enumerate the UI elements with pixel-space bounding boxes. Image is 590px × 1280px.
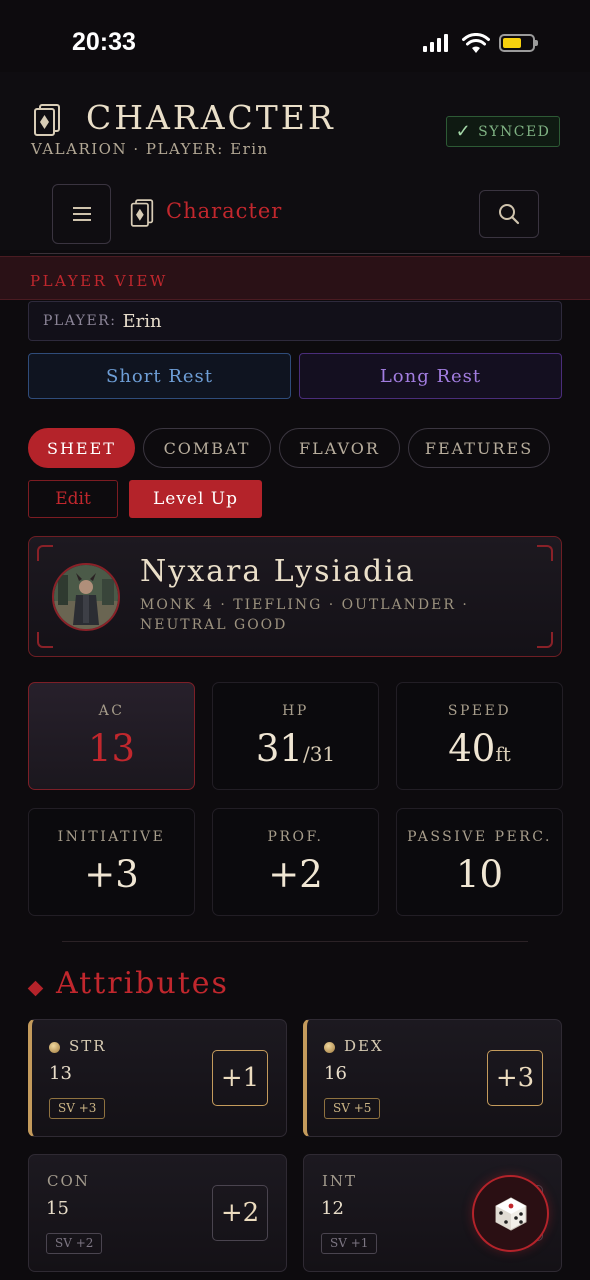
character-name: Nyxara Lysiadia xyxy=(140,554,416,589)
signal-icon xyxy=(423,34,451,52)
card-deck-icon xyxy=(33,104,61,140)
attributes-heading: Attributes xyxy=(56,966,229,1001)
dice-icon xyxy=(495,1196,526,1231)
sync-label: SYNCED xyxy=(478,123,551,140)
attribute-modifier-button[interactable]: +3 xyxy=(487,1050,543,1106)
card-corner-ornament xyxy=(37,632,53,648)
stat-label: AC xyxy=(98,703,125,719)
attribute-name: INT xyxy=(322,1172,358,1190)
attribute-card-str[interactable]: STR 13 SV +3 +1 xyxy=(28,1019,287,1137)
card-deck-icon xyxy=(130,199,154,231)
stat-hp[interactable]: HP 31/31 xyxy=(212,682,379,790)
card-corner-ornament xyxy=(537,545,553,561)
tab-flavor[interactable]: FLAVOR xyxy=(279,428,400,468)
stat-label: SPEED xyxy=(447,703,512,719)
status-time: 20:33 xyxy=(72,28,136,56)
section-divider xyxy=(62,941,528,942)
tab-features[interactable]: FEATURES xyxy=(408,428,550,468)
attribute-score: 16 xyxy=(324,1063,347,1084)
card-corner-ornament xyxy=(37,545,53,561)
saving-throw-badge: SV +3 xyxy=(49,1098,106,1119)
menu-icon-bar xyxy=(72,207,91,209)
stat-ac[interactable]: AC 13 xyxy=(28,682,195,790)
stat-value: +3 xyxy=(84,853,139,896)
search-icon xyxy=(499,204,520,225)
menu-icon-bar xyxy=(72,219,91,221)
menu-button[interactable] xyxy=(52,184,111,244)
page-subtitle: VALARION · PLAYER: Erin xyxy=(31,140,269,158)
menu-icon-bar xyxy=(72,213,91,215)
dice-roll-button[interactable] xyxy=(472,1175,549,1252)
stat-label: HP xyxy=(282,703,309,719)
attribute-score: 12 xyxy=(321,1198,344,1219)
stat-label: PROF. xyxy=(267,829,324,845)
attribute-card-dex[interactable]: DEX 16 SV +5 +3 xyxy=(303,1019,562,1137)
attribute-card-con[interactable]: CON 15 SV +2 +2 xyxy=(28,1154,287,1272)
attribute-name: STR xyxy=(69,1037,107,1055)
search-button[interactable] xyxy=(479,190,539,238)
page-title: CHARACTER xyxy=(86,98,336,137)
check-icon: ✓ xyxy=(455,121,473,142)
saving-throw-badge: SV +2 xyxy=(46,1233,103,1254)
stat-value: 31/31 xyxy=(255,727,336,770)
player-field-value: Erin xyxy=(122,310,162,332)
sync-status-badge: ✓ SYNCED xyxy=(446,116,560,147)
attribute-score: 15 xyxy=(46,1198,69,1219)
saving-throw-badge: SV +1 xyxy=(321,1233,378,1254)
stat-value: +2 xyxy=(268,853,323,896)
attribute-modifier-button[interactable]: +1 xyxy=(212,1050,268,1106)
tab-sheet[interactable]: SHEET xyxy=(28,428,135,468)
stat-label: INITIATIVE xyxy=(57,829,166,845)
avatar[interactable] xyxy=(52,563,120,631)
player-view-label: PLAYER VIEW xyxy=(30,272,168,290)
stat-label: PASSIVE PERC. xyxy=(407,829,552,845)
player-field[interactable]: PLAYER: Erin xyxy=(28,301,562,341)
level-up-button[interactable]: Level Up xyxy=(129,480,262,518)
stat-value: 10 xyxy=(455,853,504,896)
stat-initiative[interactable]: INITIATIVE +3 xyxy=(28,808,195,916)
battery-icon xyxy=(499,34,538,52)
stat-value: 13 xyxy=(87,727,136,770)
proficiency-dot xyxy=(49,1042,60,1053)
player-field-label: PLAYER: xyxy=(43,313,117,329)
stat-unit: /31 xyxy=(302,742,336,766)
tab-combat[interactable]: COMBAT xyxy=(143,428,271,468)
wifi-icon xyxy=(462,32,490,59)
attribute-name: CON xyxy=(47,1172,90,1190)
header-divider xyxy=(30,253,560,254)
short-rest-button[interactable]: Short Rest xyxy=(28,353,291,399)
attribute-name: DEX xyxy=(344,1037,384,1055)
saving-throw-badge: SV +5 xyxy=(324,1098,381,1119)
stat-unit: ft xyxy=(495,742,511,766)
attribute-modifier-button[interactable]: +2 xyxy=(212,1185,268,1241)
stat-speed[interactable]: SPEED 40ft xyxy=(396,682,563,790)
character-details: MONK 4 · TIEFLING · OUTLANDER · NEUTRAL … xyxy=(140,597,469,633)
diamond-icon xyxy=(27,980,44,997)
stat-proficiency[interactable]: PROF. +2 xyxy=(212,808,379,916)
nav-title: Character xyxy=(166,199,283,223)
long-rest-button[interactable]: Long Rest xyxy=(299,353,562,399)
stat-passive-perception[interactable]: PASSIVE PERC. 10 xyxy=(396,808,563,916)
attribute-score: 13 xyxy=(49,1063,72,1084)
stat-value: 40ft xyxy=(448,727,511,770)
proficiency-dot xyxy=(324,1042,335,1053)
edit-button[interactable]: Edit xyxy=(28,480,118,518)
